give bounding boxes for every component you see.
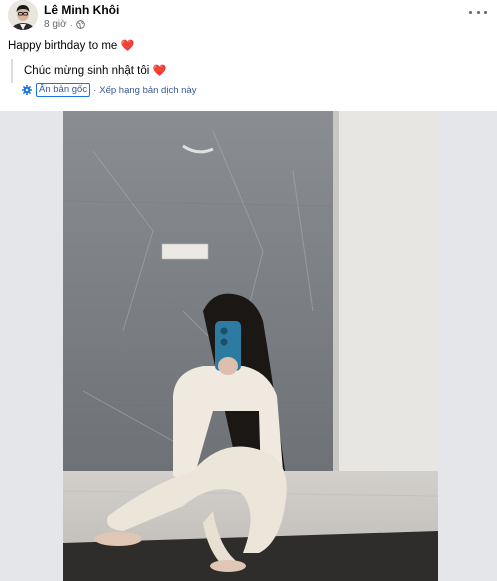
post-text: Happy birthday to me ❤️ (8, 39, 134, 52)
heart-emoji: ❤️ (120, 40, 135, 52)
translation-message: Chúc mừng sinh nhật tôi (24, 65, 150, 77)
heart-emoji-translated: ❤️ (152, 65, 167, 77)
author-avatar[interactable] (8, 0, 38, 30)
feed-post: Lê Minh Khôi 8 giờ · Happy birthday to m… (0, 0, 497, 581)
photo-frame (0, 111, 497, 581)
author-name[interactable]: Lê Minh Khôi (44, 3, 119, 17)
post-header: Lê Minh Khôi 8 giờ · (0, 0, 497, 36)
show-original-link[interactable]: Ẩn bản gốc (36, 83, 91, 97)
translation-block: Chúc mừng sinh nhật tôi ❤️ (11, 59, 313, 83)
post-meta: 8 giờ · (44, 19, 85, 30)
globe-icon[interactable] (75, 20, 85, 29)
post-timestamp[interactable]: 8 giờ (44, 19, 67, 30)
more-options-icon[interactable] (469, 6, 487, 18)
link-separator: · (93, 84, 97, 96)
rate-translation-link[interactable]: Xếp hạng bản dịch này (99, 85, 196, 96)
gear-icon[interactable] (22, 85, 32, 95)
post-photo[interactable] (63, 111, 438, 581)
avatar-image (8, 0, 38, 30)
translated-text: Chúc mừng sinh nhật tôi ❤️ (24, 64, 166, 77)
post-message: Happy birthday to me (8, 40, 118, 52)
meta-separator: · (69, 19, 73, 30)
translation-controls: Ẩn bản gốc · Xếp hạng bản dịch này (22, 83, 196, 97)
